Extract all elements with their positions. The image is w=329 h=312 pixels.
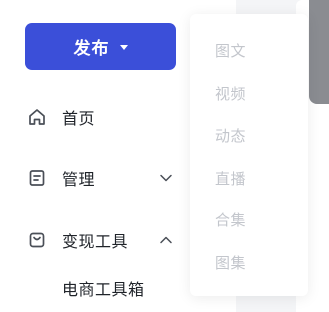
menu-item-video[interactable]: 视频 bbox=[215, 83, 246, 104]
sidebar-item-label: 首页 bbox=[62, 109, 96, 128]
publish-button[interactable]: 发布 bbox=[25, 23, 176, 70]
home-icon bbox=[26, 106, 48, 128]
caret-down-icon bbox=[119, 45, 128, 50]
sidebar-item-label: 管理 bbox=[62, 170, 96, 189]
menu-item-article[interactable]: 图文 bbox=[215, 40, 246, 61]
chevron-down-icon[interactable] bbox=[159, 171, 173, 185]
sidebar-item-label: 变现工具 bbox=[62, 232, 129, 251]
document-icon bbox=[26, 167, 48, 189]
menu-item-gallery[interactable]: 图集 bbox=[215, 252, 246, 273]
sidebar-subitem-ecommerce-toolbox[interactable]: 电商工具箱 bbox=[62, 276, 145, 300]
sidebar-item-monetization-tools[interactable]: 变现工具 bbox=[26, 225, 181, 255]
scrollbar-thumb[interactable] bbox=[309, 0, 329, 104]
menu-item-collection[interactable]: 合集 bbox=[215, 209, 246, 230]
menu-item-live[interactable]: 直播 bbox=[215, 168, 246, 189]
publish-button-label: 发布 bbox=[73, 39, 110, 59]
publish-dropdown-menu: 图文 视频 动态 直播 合集 图集 bbox=[190, 14, 308, 296]
content-panel-lower bbox=[309, 140, 329, 312]
chevron-up-icon[interactable] bbox=[159, 233, 173, 247]
sidebar-item-manage[interactable]: 管理 bbox=[26, 163, 181, 193]
menu-item-post[interactable]: 动态 bbox=[215, 125, 246, 146]
sidebar-item-home[interactable]: 首页 bbox=[26, 102, 181, 132]
shopping-bag-icon bbox=[26, 229, 48, 251]
